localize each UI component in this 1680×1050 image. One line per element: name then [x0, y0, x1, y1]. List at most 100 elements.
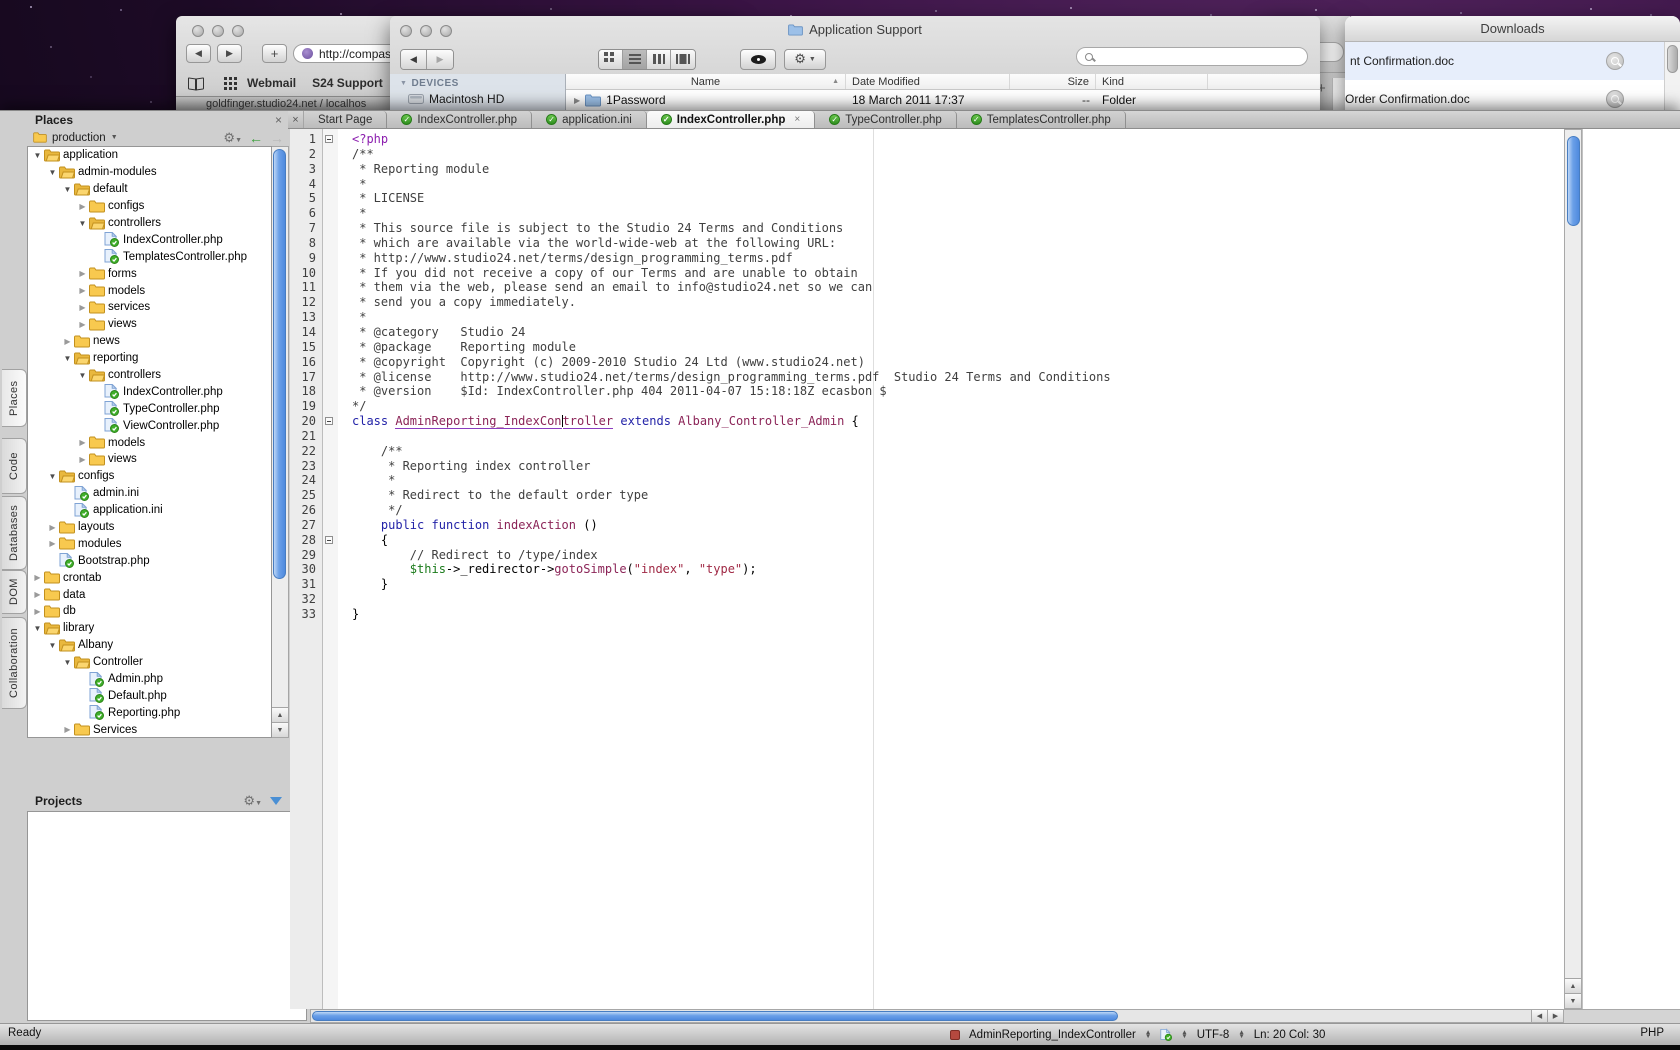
tree-item-folder[interactable]: ▶data — [28, 586, 271, 603]
root-selector[interactable]: production — [52, 132, 106, 144]
close-panel-icon[interactable]: × — [275, 114, 282, 126]
tree-item-folder[interactable]: ▶forms — [28, 265, 271, 282]
tree-item-folder[interactable]: ▼controllers — [28, 215, 271, 232]
tree-item-file[interactable]: admin.ini — [28, 485, 271, 502]
tree-item-file[interactable]: Admin.php — [28, 671, 271, 688]
status-language[interactable]: PHP — [1640, 1027, 1664, 1039]
code-line[interactable]: 15 * @package Reporting module — [290, 340, 1564, 355]
collapse-arrow-icon[interactable]: ▼ — [61, 354, 74, 363]
back-button[interactable]: ◀ — [401, 50, 427, 69]
back-arrow-icon[interactable]: ← — [249, 130, 263, 146]
tree-item-folder[interactable]: ▶Services — [28, 721, 271, 738]
close-window-button[interactable] — [192, 25, 204, 37]
code-line[interactable]: 14 * @category Studio 24 — [290, 325, 1564, 340]
tab-templatescontroller[interactable]: TemplatesController.php — [957, 111, 1126, 128]
scrollbar-thumb[interactable] — [1667, 45, 1678, 73]
tree-item-folder[interactable]: ▼default — [28, 181, 271, 198]
tree-item-file[interactable]: ViewController.php — [28, 417, 271, 434]
expand-arrow-icon[interactable]: ▶ — [31, 590, 44, 599]
code-line[interactable]: 21 — [290, 429, 1564, 444]
code-line[interactable]: 1<?php — [290, 132, 1564, 147]
scrollbar-thumb[interactable] — [312, 1011, 1118, 1021]
code-line[interactable]: 7 * This source file is subject to the S… — [290, 221, 1564, 236]
collapse-arrow-icon[interactable]: ▼ — [76, 219, 89, 228]
code-line[interactable]: 8 * which are available via the world-wi… — [290, 236, 1564, 251]
collapse-arrow-icon[interactable]: ▼ — [31, 624, 44, 633]
gear-icon[interactable]: ⚙▼ — [223, 130, 242, 146]
tree-item-file[interactable]: TemplatesController.php — [28, 248, 271, 265]
collapse-arrow-icon[interactable]: ▼ — [61, 658, 74, 667]
expand-arrow-icon[interactable]: ▶ — [76, 202, 89, 211]
list-view-button[interactable] — [623, 50, 647, 69]
filter-icon[interactable] — [270, 797, 282, 805]
expand-arrow-icon[interactable]: ▶ — [31, 607, 44, 616]
download-item[interactable]: Order Confirmation.doc — [1345, 80, 1664, 110]
expand-arrow-icon[interactable]: ▶ — [46, 523, 59, 532]
tree-item-folder[interactable]: ▶models — [28, 282, 271, 299]
coverflow-view-button[interactable] — [671, 50, 695, 69]
disclosure-triangle-icon[interactable]: ▶ — [574, 96, 580, 105]
code-line[interactable]: 29 // Redirect to /type/index — [290, 548, 1564, 563]
column-view-button[interactable] — [647, 50, 671, 69]
icon-view-button[interactable] — [599, 50, 623, 69]
devices-section-header[interactable]: ▼ DEVICES — [400, 78, 565, 89]
close-all-icon[interactable]: × — [288, 111, 304, 128]
tree-item-folder[interactable]: ▼library — [28, 620, 271, 637]
bookmarks-icon[interactable] — [188, 78, 204, 88]
scroll-left-button[interactable]: ◀ — [1531, 1010, 1547, 1022]
code-line[interactable]: 25 * Redirect to the default order type — [290, 488, 1564, 503]
editor-horizontal-scrollbar[interactable]: ◀ ▶ — [310, 1009, 1564, 1023]
status-encoding[interactable]: UTF-8 — [1197, 1029, 1230, 1041]
stepper-icon[interactable] — [1238, 1031, 1244, 1040]
scroll-up-button[interactable]: ▲ — [1565, 978, 1581, 993]
search-field[interactable] — [1076, 47, 1308, 66]
code-line[interactable]: 9 * http://www.studio24.net/terms/design… — [290, 251, 1564, 266]
expand-arrow-icon[interactable]: ▶ — [61, 725, 74, 734]
code-line[interactable]: 31 } — [290, 577, 1564, 592]
scroll-right-button[interactable]: ▶ — [1547, 1010, 1563, 1022]
quick-look-button[interactable] — [740, 49, 776, 70]
code-line[interactable]: 24 * — [290, 473, 1564, 488]
tree-item-file[interactable]: TypeController.php — [28, 400, 271, 417]
code-line[interactable]: 28 { — [290, 533, 1564, 548]
top-sites-icon[interactable] — [224, 82, 227, 85]
minimize-window-button[interactable] — [212, 25, 224, 37]
collapse-arrow-icon[interactable]: ▼ — [61, 185, 74, 194]
table-row[interactable]: ▶ 1Password 18 March 2011 17:37 -- Folde… — [566, 90, 1320, 110]
collapse-arrow-icon[interactable]: ▼ — [46, 168, 59, 177]
tree-item-folder[interactable]: ▶views — [28, 451, 271, 468]
back-button[interactable]: ◀ — [186, 44, 211, 63]
code-line[interactable]: 12 * send you a copy immediately. — [290, 295, 1564, 310]
code-line[interactable]: 23 * Reporting index controller — [290, 459, 1564, 474]
code-line[interactable]: 26 */ — [290, 503, 1564, 518]
code-line[interactable]: 16 * @copyright Copyright (c) 2009-2010 … — [290, 355, 1564, 370]
expand-arrow-icon[interactable]: ▶ — [76, 303, 89, 312]
tree-item-folder[interactable]: ▶modules — [28, 535, 271, 552]
finder-search-input[interactable] — [1098, 49, 1299, 65]
expand-arrow-icon[interactable]: ▶ — [76, 455, 89, 464]
code-line[interactable]: 20class AdminReporting_IndexController e… — [290, 414, 1564, 429]
code-line[interactable]: 2/** — [290, 147, 1564, 162]
tree-item-file[interactable]: IndexController.php — [28, 383, 271, 400]
fold-collapse-icon[interactable] — [325, 135, 333, 143]
forward-button[interactable]: ▶ — [427, 50, 453, 69]
tab-indexcontroller-default[interactable]: IndexController.php — [387, 111, 532, 128]
tree-item-file[interactable]: application.ini — [28, 502, 271, 519]
tab-typecontroller[interactable]: TypeController.php — [815, 111, 957, 128]
collapse-arrow-icon[interactable]: ▼ — [46, 472, 59, 481]
projects-panel[interactable] — [27, 811, 307, 1021]
fold-collapse-icon[interactable] — [325, 536, 333, 544]
collapse-arrow-icon[interactable]: ▼ — [46, 641, 59, 650]
code-line[interactable]: 11 * them via the web, please send an em… — [290, 280, 1564, 295]
tree-item-folder[interactable]: ▶models — [28, 434, 271, 451]
code-line[interactable]: 5 * LICENSE — [290, 191, 1564, 206]
code-line[interactable]: 4 * — [290, 177, 1564, 192]
code-line[interactable]: 6 * — [290, 206, 1564, 221]
scroll-down-button[interactable]: ▼ — [1565, 993, 1581, 1008]
scroll-up-button[interactable]: ▲ — [272, 707, 288, 722]
sidebar-item-macintosh-hd[interactable]: Macintosh HD — [408, 92, 565, 106]
editor-vertical-scrollbar[interactable]: ▲ ▼ — [1564, 129, 1582, 1009]
tab-application-ini[interactable]: application.ini — [532, 111, 647, 128]
side-tab-code[interactable]: Code — [2, 438, 27, 494]
new-tab-button[interactable]: + — [262, 44, 287, 63]
